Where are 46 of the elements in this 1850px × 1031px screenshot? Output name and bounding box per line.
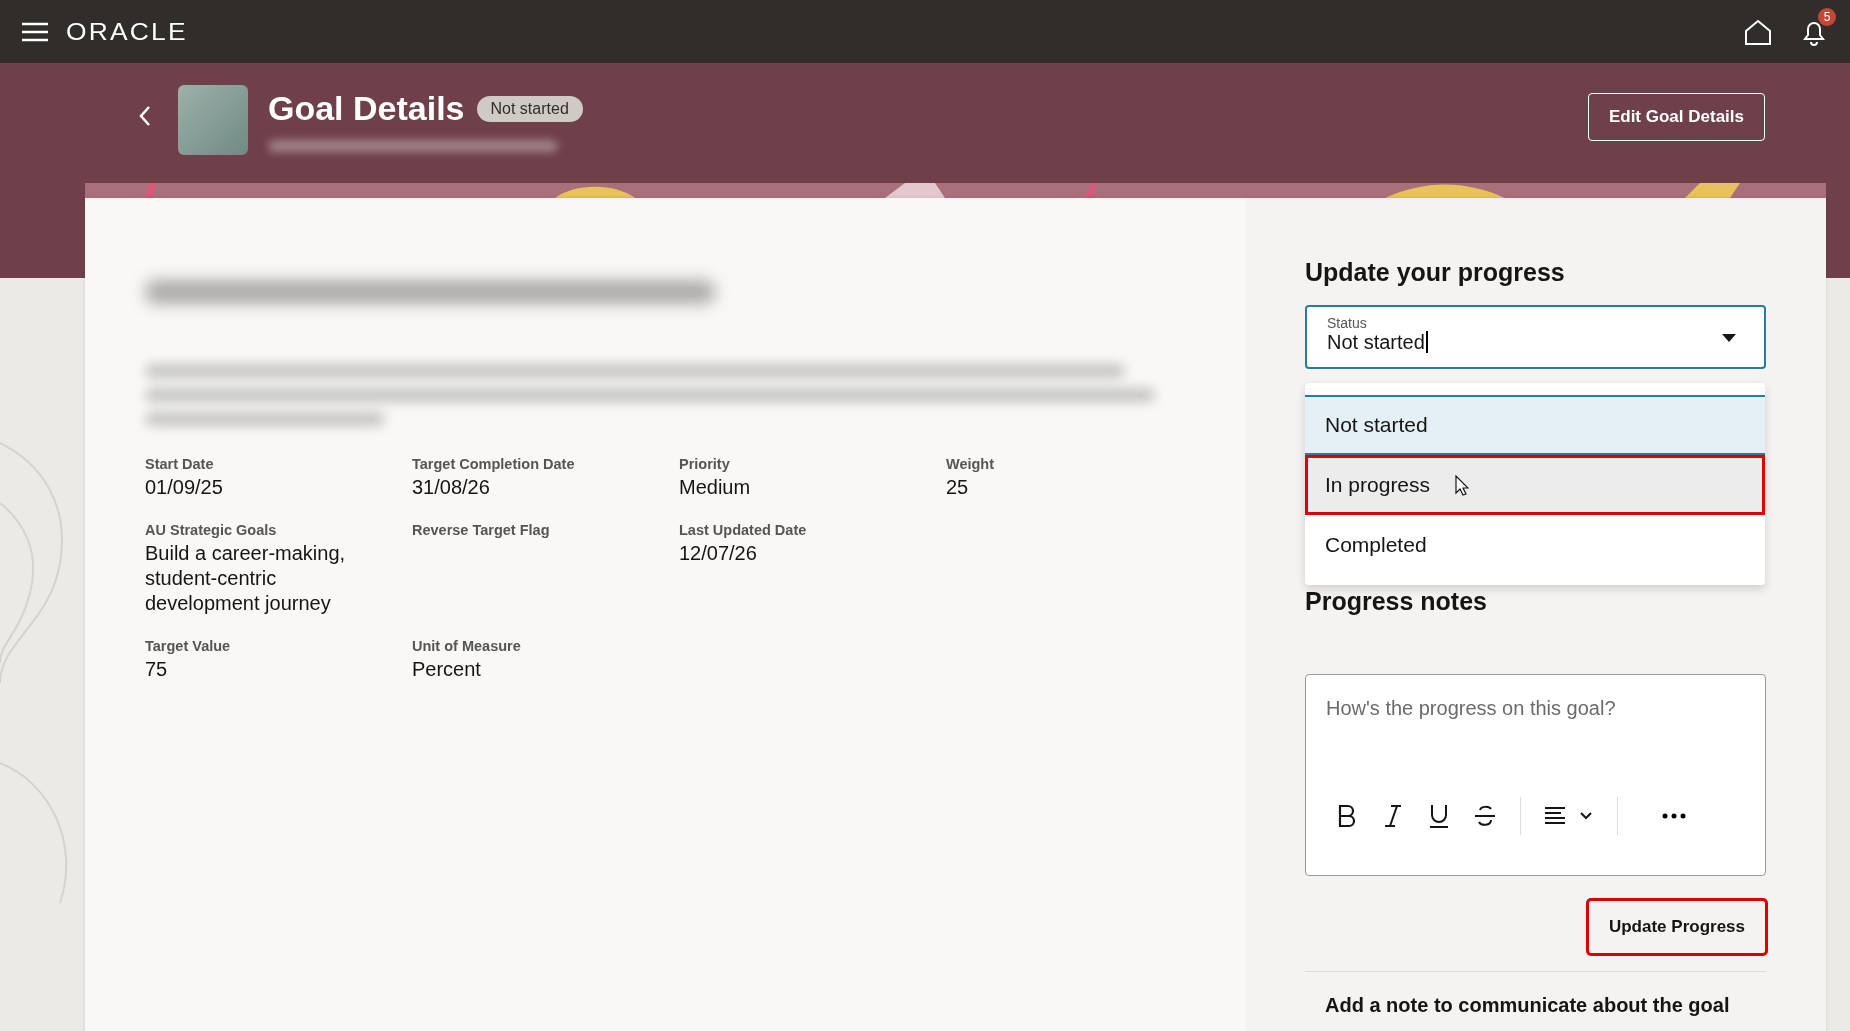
field-label: Unit of Measure xyxy=(412,638,522,654)
section-heading: Add a note to communicate about the goal xyxy=(1325,994,1731,1017)
notification-badge: 5 xyxy=(1818,7,1836,26)
update-progress-button[interactable]: Update Progress xyxy=(1587,900,1766,954)
status-badge: Not started xyxy=(476,95,583,122)
more-icon[interactable] xyxy=(1662,813,1686,819)
goal-avatar xyxy=(178,85,248,155)
edit-goal-button[interactable]: Edit Goal Details xyxy=(1587,93,1765,141)
underline-icon[interactable] xyxy=(1428,803,1450,829)
field-label: Reverse Target Flag xyxy=(412,522,551,538)
field-label: AU Strategic Goals xyxy=(145,522,278,538)
field-label: Target Value xyxy=(145,638,232,654)
dropdown-option[interactable]: In progress xyxy=(1305,455,1765,515)
field-value: Medium xyxy=(679,475,752,500)
field-value: 31/08/26 xyxy=(412,475,491,500)
field-value: 12/07/26 xyxy=(679,541,758,566)
field-label: Status xyxy=(1327,315,1368,331)
field-value: 75 xyxy=(145,657,169,682)
field-label: Weight xyxy=(946,456,996,472)
field-value: Not started xyxy=(1327,331,1428,353)
oracle-logo[interactable]: ORACLE xyxy=(66,17,188,46)
page-title: Goal Details xyxy=(268,89,465,128)
notes-editor[interactable]: How's the progress on this goal? xyxy=(1305,674,1766,876)
strikethrough-icon[interactable] xyxy=(1474,804,1496,828)
back-icon[interactable] xyxy=(138,105,152,127)
dropdown-option[interactable]: Not started xyxy=(1305,395,1765,455)
cursor-icon xyxy=(1455,475,1469,497)
home-icon[interactable] xyxy=(1744,18,1772,45)
italic-icon[interactable] xyxy=(1382,804,1404,828)
align-icon[interactable] xyxy=(1545,806,1593,826)
caret-icon xyxy=(1722,334,1736,342)
section-heading: Update your progress xyxy=(1305,258,1566,287)
dropdown-option[interactable]: Completed xyxy=(1305,515,1765,575)
field-label: Target Completion Date xyxy=(412,456,576,472)
field-label: Priority xyxy=(679,456,731,472)
field-value: 25 xyxy=(946,475,970,500)
field-label: Start Date xyxy=(145,456,215,472)
field-value: Build a career-making, student-centric development journey xyxy=(145,541,347,616)
field-value: Percent xyxy=(412,657,482,682)
field-value: 01/09/25 xyxy=(145,475,224,500)
placeholder-text: How's the progress on this goal? xyxy=(1325,696,1617,721)
status-dropdown[interactable]: Status Not started xyxy=(1305,305,1766,369)
field-label: Last Updated Date xyxy=(679,522,808,538)
menu-icon[interactable] xyxy=(22,21,48,42)
section-heading: Progress notes xyxy=(1305,587,1488,616)
bold-icon[interactable] xyxy=(1336,804,1358,828)
